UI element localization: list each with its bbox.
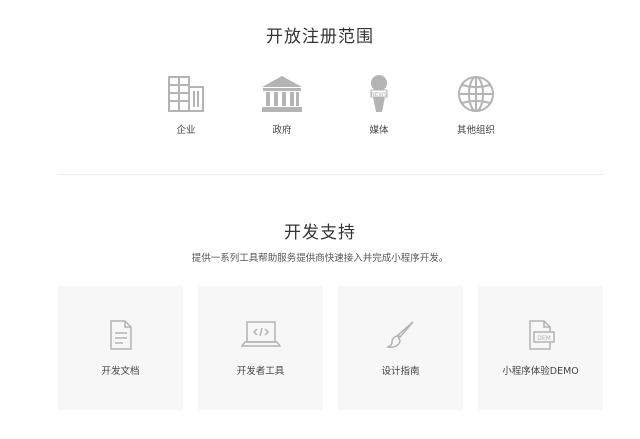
globe-icon	[436, 74, 516, 114]
registration-item-other-orgs[interactable]: 其他组织	[436, 74, 516, 136]
svg-text:DEM: DEM	[537, 335, 551, 342]
card-label: 小程序体验DEMO	[502, 366, 579, 377]
registration-item-government[interactable]: 政府	[242, 74, 322, 136]
card-dev-tools[interactable]: 开发者工具	[198, 286, 323, 410]
dev-support-subtitle: 提供一系列工具帮助服务提供商快速接入并完成小程序开发。	[191, 253, 449, 264]
government-building-icon	[242, 74, 322, 114]
card-design-guide[interactable]: 设计指南	[338, 286, 463, 410]
registration-item-label: 其他组织	[456, 125, 495, 136]
registration-item-media[interactable]: NEWS 媒体	[339, 74, 419, 136]
card-label: 设计指南	[381, 366, 420, 377]
card-label: 开发文档	[101, 366, 140, 377]
card-mini-program-demo[interactable]: DEM 小程序体验DEMO	[478, 286, 603, 410]
enterprise-building-icon	[146, 74, 226, 114]
section-divider	[58, 174, 604, 175]
registration-item-label: 企业	[176, 125, 196, 136]
registration-item-enterprise[interactable]: 企业	[146, 74, 226, 136]
card-label: 开发者工具	[236, 366, 285, 377]
registration-title: 开放注册范围	[266, 27, 374, 47]
card-dev-docs[interactable]: 开发文档	[58, 286, 183, 410]
dev-support-title: 开发支持	[284, 223, 356, 243]
registration-item-label: 政府	[272, 125, 292, 136]
news-microphone-icon: NEWS	[339, 74, 419, 114]
registration-item-label: 媒体	[369, 125, 389, 136]
